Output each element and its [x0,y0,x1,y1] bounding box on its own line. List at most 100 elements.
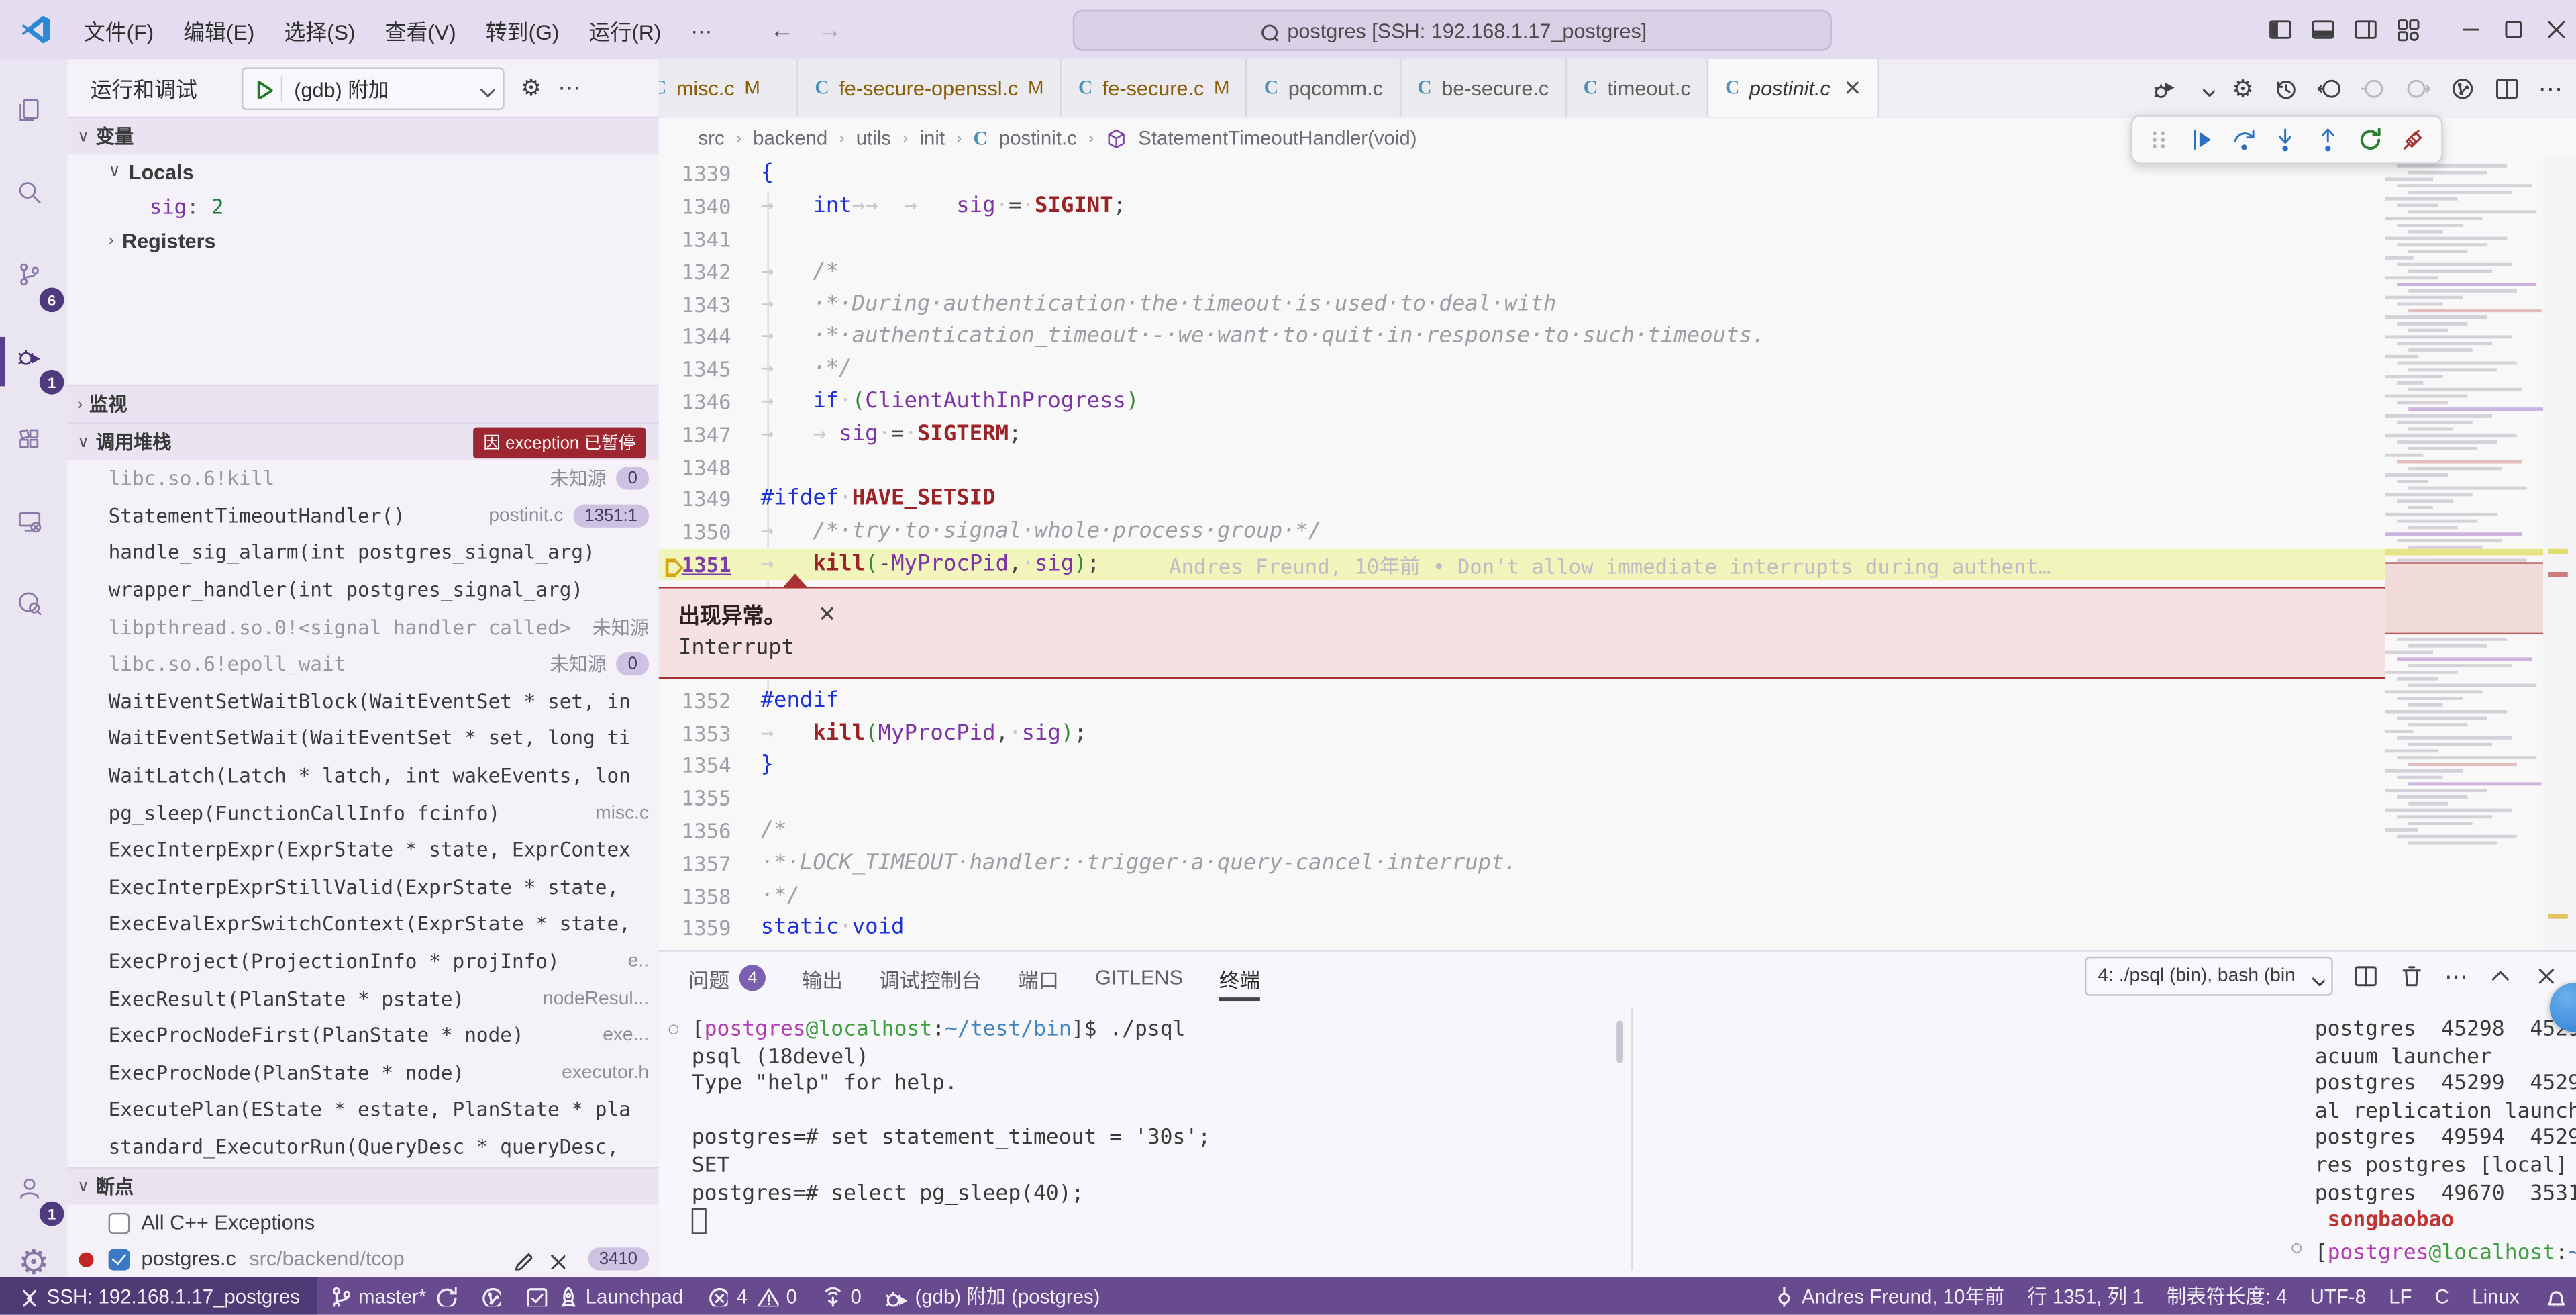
panel-tab-问题[interactable]: 问题4 [688,952,766,1004]
kill-terminal-trash-icon[interactable] [2399,963,2425,989]
tab-be-secure.c[interactable]: Cbe-secure.c [1401,59,1567,117]
status-scm-graph[interactable] [468,1277,513,1314]
menu-item[interactable]: 查看(V) [370,10,471,50]
status-ports[interactable]: 0 [809,1277,873,1314]
status-os[interactable]: Linux [2461,1277,2531,1314]
tab-fe-secure.c[interactable]: Cfe-secure.cM [1062,59,1247,117]
close-panel-icon[interactable] [2533,963,2559,989]
status-language[interactable]: C [2424,1277,2461,1314]
tab-timeout.c[interactable]: Ctimeout.c [1567,59,1709,117]
terminal-scrollbar[interactable] [1616,1020,1623,1063]
status-launchpad[interactable]: Launchpad [513,1277,694,1314]
layout-sidebar-icon[interactable] [2257,0,2300,58]
navigate-forward-icon[interactable] [2405,75,2431,101]
status-blame[interactable]: Andres Freund, 10年前 [1760,1277,2016,1314]
code-line-1354[interactable]: 1354} [659,749,2385,781]
timeline-history-icon[interactable] [2272,75,2298,101]
stack-frame[interactable]: WaitEventSetWaitBlock(WaitEventSet * set… [67,683,658,720]
toolbar-grip-icon[interactable] [2146,126,2174,154]
debug-settings-gear-icon[interactable]: ⚙ [521,74,542,102]
minimap[interactable] [2385,158,2543,950]
status-encoding[interactable]: UTF-8 [2299,1277,2378,1314]
stack-frame[interactable]: wrapper_handler(int postgres_signal_arg) [67,571,658,608]
step-out-icon[interactable] [2315,126,2343,154]
stack-frame[interactable]: ExecInterpExpr(ExprState * state, ExprCo… [67,832,658,869]
status-tab-size[interactable]: 制表符长度: 4 [2155,1277,2299,1314]
close-exception-icon[interactable]: ✕ [818,601,836,628]
section-header-variables[interactable]: ∨变量 [67,117,658,154]
tab-postinit.c[interactable]: Cpostinit.c✕ [1709,59,1879,117]
menu-item[interactable]: 文件(F) [69,10,168,50]
stack-frame[interactable]: ExecProject(ProjectionInfo * projInfo)e.… [67,943,658,980]
code-line-1341[interactable]: 1341 [659,223,2385,255]
breadcrumb-item[interactable]: backend [753,127,827,150]
breadcrumb-item[interactable]: src [699,127,725,150]
code-line-1352[interactable]: 1352#endif [659,684,2385,716]
section-header-call-stack[interactable]: ∨调用堆栈因 exception 已暂停 [67,422,658,460]
status-eol[interactable]: LF [2377,1277,2424,1314]
more-actions-icon[interactable]: ⋯ [2538,73,2563,103]
code-line-1351[interactable]: 1351→ kill(-MyProcPid,·sig);Andres Freun… [659,548,2385,581]
tab-fe-secure-openssl.c[interactable]: Cfe-secure-openssl.cM [798,59,1062,117]
checkbox-unchecked[interactable] [109,1212,130,1234]
menu-item[interactable]: ··· [676,10,727,50]
disconnect-icon[interactable] [2400,126,2428,154]
activity-item-gitlens[interactable] [0,572,67,644]
layout-panel-icon[interactable] [2300,0,2343,58]
code-line-1345[interactable]: 1345→ ·*/ [659,353,2385,385]
code-line-1350[interactable]: 1350→ /*·try·to·signal·whole·process·gro… [659,516,2385,548]
split-terminal-icon[interactable] [2353,963,2379,989]
stack-frame[interactable]: handle_sig_alarm(int postgres_signal_arg… [67,534,658,571]
nav-forward-icon[interactable]: → [817,15,842,44]
breadcrumb-item[interactable]: postinit.c [999,127,1077,150]
locals-node[interactable]: ∨Locals [67,154,658,189]
activity-item-run-and-debug[interactable]: 1 [0,326,67,398]
code-line-1339[interactable]: 1339{ [659,158,2385,190]
activity-item-search[interactable] [0,161,67,234]
checkbox-checked[interactable] [109,1249,130,1270]
continue-icon[interactable] [2188,126,2216,154]
run-or-debug-icon[interactable] [2151,75,2177,101]
breadcrumb-item[interactable]: init [919,127,945,150]
chevron-down-icon[interactable] [2196,79,2214,97]
panel-tab-GITLENS[interactable]: GITLENS [1095,952,1183,1004]
nav-back-icon[interactable]: ← [770,15,794,44]
panel-tab-输出[interactable]: 输出 [802,952,843,1004]
stack-frame[interactable]: ExecProcNode(PlanState * node)executor.h [67,1055,658,1091]
status-remote[interactable]: SSH: 192.168.1.17_postgres [0,1277,317,1314]
code-line-1343[interactable]: 1343→ ·*·During·authentication·the·timeo… [659,288,2385,320]
terminal-left-pane[interactable]: ○[postgres@localhost:~/test/bin]$ ./psql… [692,1018,1612,1240]
stack-frame[interactable]: pg_sleep(FunctionCallInfo fcinfo)misc.c [67,794,658,831]
close-window-icon[interactable] [2533,0,2576,58]
stack-frame[interactable]: ExecProcNodeFirst(PlanState * node)exe..… [67,1017,658,1054]
status-cursor-position[interactable]: 行 1351, 列 1 [2016,1277,2155,1314]
activity-item-account[interactable]: 1 [0,1157,67,1230]
stack-frame[interactable]: ExecInterpExprStillValid(ExprState * sta… [67,869,658,906]
breakpoint-row[interactable]: postgres.csrc/backend/tcop3410 [67,1240,658,1277]
start-debug-icon[interactable] [252,77,273,99]
step-over-icon[interactable] [2230,126,2259,154]
panel-tab-终端[interactable]: 终端 [1219,952,1260,1004]
stack-frame[interactable]: libc.so.6!kill未知源0 [67,460,658,497]
command-decoration-icon[interactable]: ○ [2291,1236,2302,1263]
code-line-1342[interactable]: 1342→ /* [659,255,2385,287]
remove-breakpoint-icon[interactable] [545,1249,564,1269]
layout-customize-icon[interactable] [2385,0,2428,58]
status-notifications-bell[interactable] [2531,1277,2576,1314]
editor-scrollbar[interactable] [2543,158,2576,950]
split-editor-icon[interactable] [2494,75,2520,101]
more-actions-icon[interactable]: ⋯ [558,74,580,102]
status-debug[interactable]: (gdb) 附加 (postgres) [873,1277,1112,1314]
stack-frame[interactable]: ExecutePlan(EState * estate, PlanState *… [67,1091,658,1128]
navigate-back-icon[interactable] [2316,75,2342,101]
code-line-1349[interactable]: 1349#ifdef·HAVE_SETSID [659,483,2385,516]
code-line-1346[interactable]: 1346→ if·(ClientAuthInProgress) [659,385,2385,418]
close-tab-icon[interactable]: ✕ [1843,75,1861,101]
code-line-1358[interactable]: 1358·*/ [659,879,2385,912]
status-problems[interactable]: 40 [694,1277,809,1314]
code-line-1357[interactable]: 1357·*·LOCK_TIMEOUT·handler:·trigger·a·q… [659,847,2385,879]
layout-secondary-sidebar-icon[interactable] [2342,0,2385,58]
maximize-panel-icon[interactable] [2487,963,2514,989]
section-header-breakpoints[interactable]: ∨断点 [67,1167,658,1204]
activity-item-remote-explorer[interactable] [0,490,67,563]
